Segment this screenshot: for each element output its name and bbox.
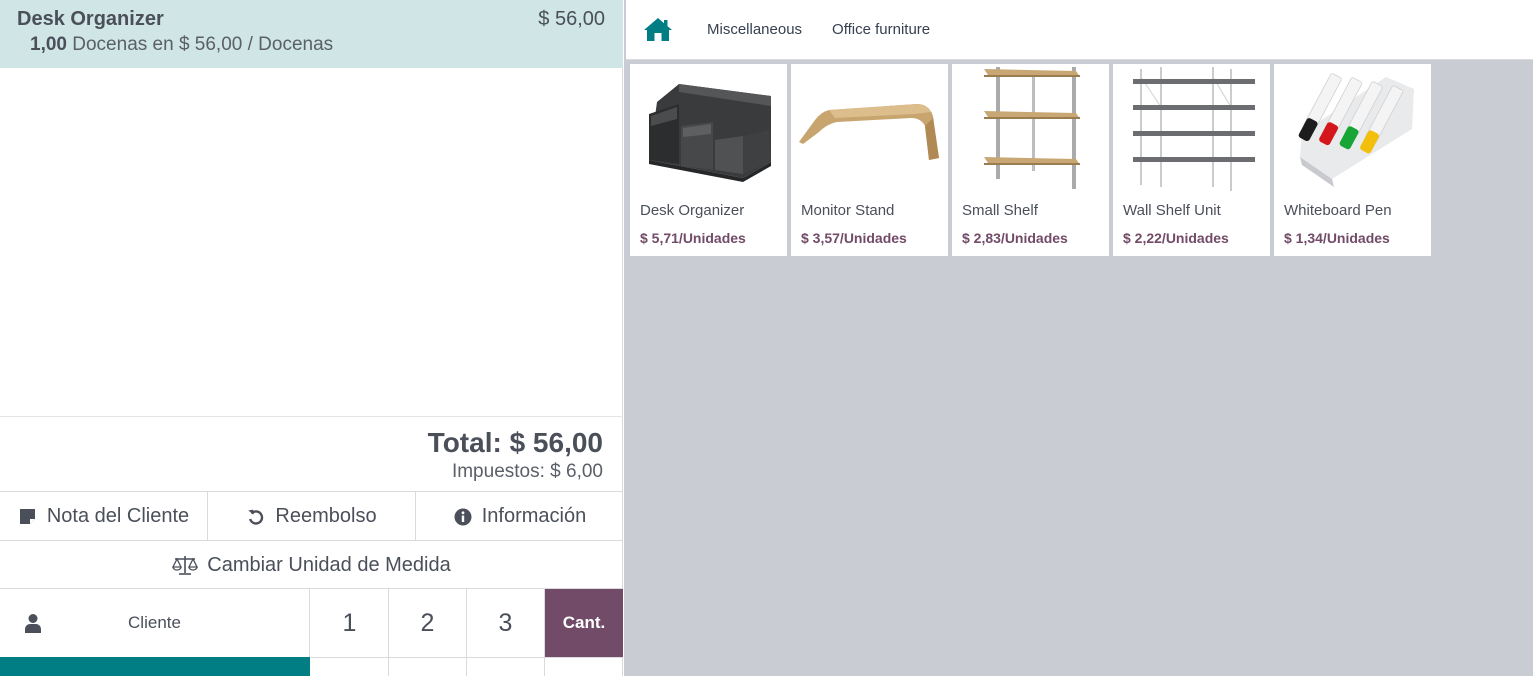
- control-buttons-row: Nota del Cliente Reembolso Información: [0, 491, 623, 541]
- numpad-discount-mode[interactable]: [545, 657, 623, 676]
- product-price: $ 3,57/Unidades: [801, 230, 907, 246]
- customer-label: Cliente: [128, 613, 181, 632]
- product-card-desk-organizer[interactable]: Desk Organizer $ 5,71/Unidades: [630, 64, 787, 256]
- order-line-price: $ 56,00: [538, 8, 605, 30]
- numpad-key-2[interactable]: 2: [389, 589, 467, 657]
- product-name: Small Shelf: [962, 202, 1038, 219]
- info-button[interactable]: Información: [416, 492, 623, 541]
- category-miscellaneous[interactable]: Miscellaneous: [707, 21, 802, 38]
- order-panel: Desk Organizer $ 56,00 1,00 Docenas en $…: [0, 0, 623, 676]
- product-image: [634, 66, 783, 192]
- product-card-whiteboard-pen[interactable]: Whiteboard Pen $ 1,34/Unidades: [1274, 64, 1431, 256]
- change-uom-label: Cambiar Unidad de Medida: [207, 553, 451, 576]
- balance-scale-icon: [172, 555, 199, 575]
- product-card-wall-shelf-unit[interactable]: Wall Shelf Unit $ 2,22/Unidades: [1113, 64, 1270, 256]
- product-price: $ 5,71/Unidades: [640, 230, 746, 246]
- product-price: $ 1,34/Unidades: [1284, 230, 1390, 246]
- numpad-key-5[interactable]: [389, 657, 467, 676]
- order-line-product-name: Desk Organizer: [17, 8, 164, 30]
- order-line-unit-info: Docenas en $ 56,00 / Docenas: [72, 34, 334, 55]
- product-image: [795, 66, 944, 192]
- payment-button[interactable]: [0, 657, 310, 676]
- user-icon: [24, 613, 44, 633]
- info-label: Información: [481, 505, 587, 527]
- home-icon[interactable]: [643, 17, 673, 43]
- product-name: Desk Organizer: [640, 202, 745, 219]
- numpad-key-4[interactable]: [311, 657, 389, 676]
- numpad-key-3[interactable]: 3: [467, 589, 545, 657]
- product-price: $ 2,22/Unidades: [1123, 230, 1229, 246]
- numpad-quantity-mode[interactable]: Cant.: [545, 589, 623, 657]
- product-image: [1117, 66, 1266, 192]
- order-line-info: 1,00 Docenas en $ 56,00 / Docenas: [30, 34, 605, 56]
- product-image: [956, 66, 1105, 192]
- product-card-monitor-stand[interactable]: Monitor Stand $ 3,57/Unidades: [791, 64, 948, 256]
- numpad-key-6[interactable]: [467, 657, 545, 676]
- info-icon: [453, 507, 473, 527]
- product-image: [1278, 66, 1427, 192]
- control-buttons-row-2: Cambiar Unidad de Medida: [0, 540, 623, 589]
- order-line-selected[interactable]: Desk Organizer $ 56,00 1,00 Docenas en $…: [0, 0, 623, 68]
- order-summary: Total: $ 56,00 Impuestos: $ 6,00: [0, 416, 623, 492]
- numpad-key-1[interactable]: 1: [311, 589, 389, 657]
- sticky-note-icon: [18, 507, 38, 527]
- order-taxes: Impuestos: $ 6,00: [451, 461, 603, 482]
- customer-note-label: Nota del Cliente: [46, 505, 190, 527]
- refund-button[interactable]: Reembolso: [208, 492, 416, 541]
- product-card-small-shelf[interactable]: Small Shelf $ 2,83/Unidades: [952, 64, 1109, 256]
- product-name: Whiteboard Pen: [1284, 202, 1392, 219]
- products-panel: Miscellaneous Office furniture Desk Orga…: [624, 0, 1533, 676]
- product-name: Monitor Stand: [801, 202, 895, 219]
- category-office-furniture[interactable]: Office furniture: [832, 21, 930, 38]
- numpad-area: Cliente 1 2 3 Cant.: [0, 588, 623, 676]
- undo-icon: [246, 507, 266, 527]
- product-price: $ 2,83/Unidades: [962, 230, 1068, 246]
- refund-label: Reembolso: [275, 505, 377, 527]
- customer-note-button[interactable]: Nota del Cliente: [0, 492, 208, 541]
- customer-button[interactable]: Cliente: [0, 589, 310, 657]
- product-list: Desk Organizer $ 5,71/Unidades Monitor S…: [630, 64, 1431, 256]
- order-total: Total: $ 56,00: [427, 427, 603, 458]
- product-name: Wall Shelf Unit: [1123, 202, 1221, 219]
- order-line-quantity: 1,00: [30, 34, 67, 55]
- category-bar: Miscellaneous Office furniture: [626, 0, 1533, 60]
- change-uom-button[interactable]: Cambiar Unidad de Medida: [0, 541, 623, 589]
